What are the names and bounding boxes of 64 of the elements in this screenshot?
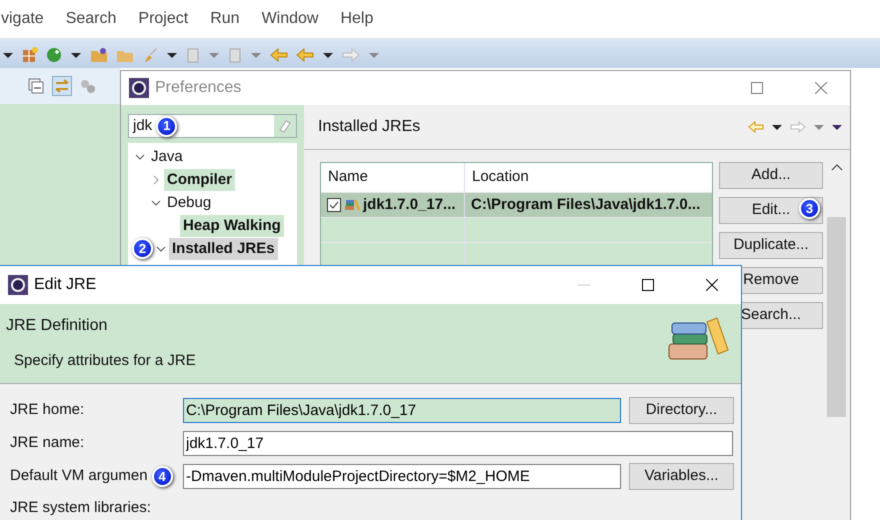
callout-badge: 4 bbox=[152, 466, 173, 487]
maximize-icon[interactable] bbox=[642, 279, 654, 291]
close-icon[interactable] bbox=[706, 279, 718, 291]
table-cell-text: jdk1.7.0_17... bbox=[363, 194, 456, 215]
window-title: Preferences bbox=[155, 78, 242, 98]
button[interactable]: Add... bbox=[719, 162, 823, 189]
eclipse-icon bbox=[129, 78, 149, 98]
button[interactable]: Directory... bbox=[629, 397, 734, 424]
table-cell-text: C:\Program Files\Java\jdk1.7.0... bbox=[471, 194, 700, 215]
menu-dropdown-icon[interactable] bbox=[832, 122, 842, 132]
tree-item[interactable]: Compiler bbox=[164, 168, 236, 190]
tree-item[interactable]: Debug bbox=[164, 192, 214, 214]
books-icon bbox=[344, 199, 360, 211]
field-label: JRE name: bbox=[10, 433, 84, 454]
menu-item[interactable]: Search bbox=[66, 7, 116, 31]
column-header[interactable]: Location bbox=[465, 163, 712, 192]
back-arrow-icon[interactable] bbox=[296, 48, 314, 62]
back-arrow-icon[interactable] bbox=[748, 121, 764, 133]
menu-item[interactable]: Run bbox=[210, 7, 240, 31]
menu-item[interactable]: Help bbox=[340, 7, 374, 31]
field-label: Default VM argumen bbox=[10, 466, 148, 486]
back-arrow-icon[interactable] bbox=[270, 48, 288, 62]
callout-badge: 3 bbox=[799, 198, 820, 219]
scroll-up-icon[interactable] bbox=[830, 162, 842, 172]
forward-arrow-icon[interactable] bbox=[790, 121, 806, 133]
document-icon[interactable] bbox=[228, 46, 242, 62]
expanded-chevron-icon[interactable] bbox=[156, 244, 166, 254]
document-icon[interactable] bbox=[186, 46, 200, 62]
expanded-chevron-icon[interactable] bbox=[151, 198, 161, 208]
collapsed-chevron-icon[interactable] bbox=[151, 174, 161, 184]
eraser-icon[interactable] bbox=[274, 115, 296, 137]
button[interactable]: Variables... bbox=[629, 463, 734, 490]
field-label: JRE home: bbox=[10, 400, 84, 420]
plus-circle-icon[interactable] bbox=[46, 46, 62, 62]
checkbox[interactable] bbox=[327, 198, 341, 212]
table-row[interactable]: jdk1.7.0_17... C:\Program Files\Java\jdk1.7.0... bbox=[321, 192, 712, 217]
button[interactable]: Edit... 3 bbox=[719, 197, 823, 224]
minimize-icon[interactable] bbox=[28, 78, 44, 94]
dialog-heading: JRE Definition bbox=[6, 316, 108, 336]
window-title: Edit JRE bbox=[34, 275, 98, 295]
filter-field[interactable]: jdk 1 bbox=[128, 114, 297, 138]
tree-item[interactable]: Heap Walking bbox=[180, 214, 284, 236]
page-title: Installed JREs bbox=[318, 117, 420, 137]
link-arrows-icon[interactable] bbox=[52, 76, 72, 96]
text-field[interactable]: -Dmaven.multiModuleProjectDirectory=$M2_HOME bbox=[183, 464, 621, 489]
tree-item[interactable]: Java bbox=[148, 146, 186, 168]
dropdown-icon[interactable] bbox=[772, 122, 782, 132]
filter-text: jdk bbox=[132, 116, 152, 136]
menu-item[interactable]: vigate bbox=[1, 7, 44, 31]
eclipse-icon bbox=[8, 275, 28, 295]
folder-icon[interactable] bbox=[90, 46, 108, 62]
menu-item[interactable]: Window bbox=[262, 7, 318, 31]
button[interactable]: Duplicate... bbox=[719, 232, 823, 259]
text-field[interactable]: jdk1.7.0_17 bbox=[183, 431, 733, 456]
dialog-description: Specify attributes for a JRE bbox=[14, 351, 196, 371]
field-label: JRE system libraries: bbox=[10, 499, 151, 516]
tree-item[interactable]: Installed JREs bbox=[169, 238, 278, 260]
expanded-chevron-icon[interactable] bbox=[135, 152, 145, 162]
grid-icon[interactable] bbox=[22, 46, 38, 62]
callout-badge: 1 bbox=[156, 116, 178, 136]
text-field[interactable]: C:\Program Files\Java\jdk1.7.0_17 bbox=[183, 398, 621, 423]
menu-item[interactable]: Project bbox=[138, 7, 188, 31]
brush-icon[interactable] bbox=[142, 46, 158, 62]
callout-badge: 2 bbox=[132, 238, 153, 259]
